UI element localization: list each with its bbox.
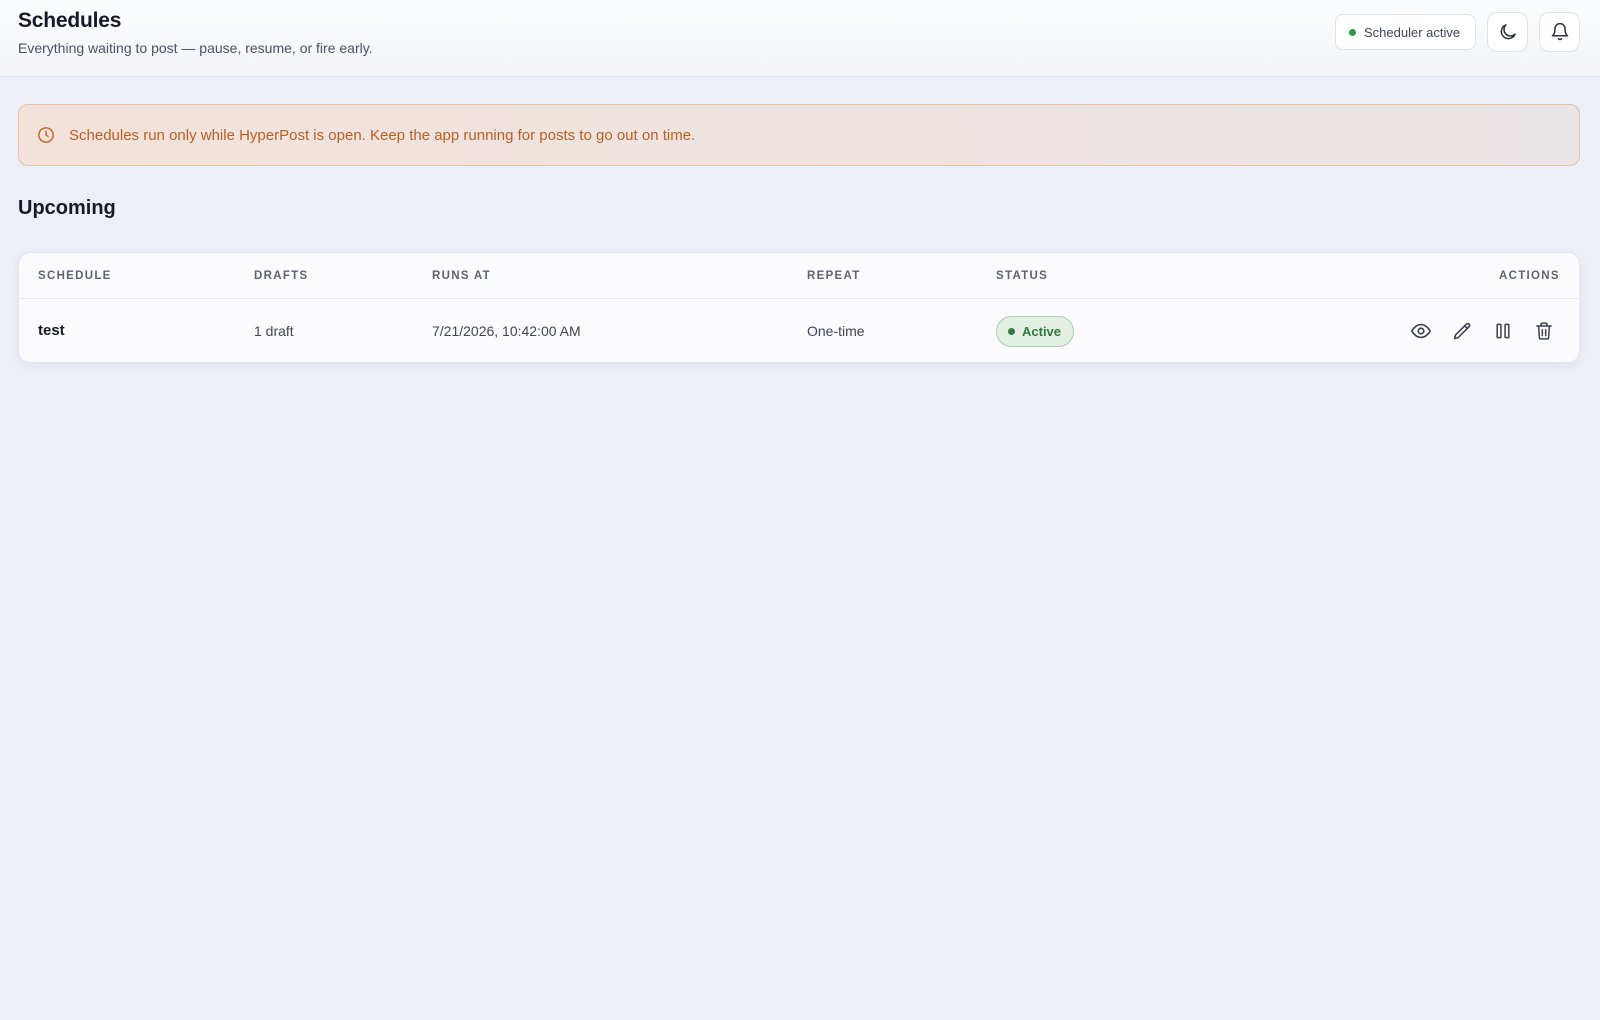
moon-icon [1498,22,1518,42]
column-header-actions: ACTIONS [1499,270,1560,282]
scheduler-status-pill: Scheduler active [1335,14,1476,50]
table-header: SCHEDULE DRAFTS RUNS AT REPEAT STATUS AC… [19,253,1579,299]
edit-button[interactable] [1449,318,1475,344]
scheduler-status-label: Scheduler active [1364,24,1461,40]
column-header-schedule: SCHEDULE [38,270,112,282]
section-title: Upcoming [18,197,116,219]
view-button[interactable] [1408,318,1434,344]
pencil-icon [1452,321,1473,342]
page-subtitle: Everything waiting to post — pause, resu… [18,40,373,56]
pause-icon [1493,321,1513,341]
table-row[interactable]: test 1 draft 7/21/2026, 10:42:00 AM One-… [19,299,1579,362]
app-header: Schedules Everything waiting to post — p… [0,0,1600,77]
page-title: Schedules [18,9,122,32]
column-header-repeat: REPEAT [807,270,861,282]
status-badge-label: Active [1022,324,1062,339]
column-header-drafts: DRAFTS [254,270,309,282]
theme-toggle-button[interactable] [1487,12,1528,52]
schedule-name: test [38,322,65,339]
pause-button[interactable] [1490,318,1516,344]
status-badge: Active [996,316,1074,347]
status-dot [1349,28,1356,36]
eye-icon [1410,320,1432,342]
column-header-status: STATUS [996,270,1049,282]
clock-icon [37,126,55,144]
info-banner: Schedules run only while HyperPost is op… [18,104,1580,166]
schedules-table: SCHEDULE DRAFTS RUNS AT REPEAT STATUS AC… [18,252,1580,363]
bell-icon [1550,22,1570,42]
status-badge-dot [1008,328,1015,335]
repeat-value: One-time [807,323,865,339]
drafts-count: 1 draft [254,323,294,339]
notifications-button[interactable] [1539,12,1580,52]
column-header-runs-at: RUNS AT [432,270,491,282]
delete-button[interactable] [1531,318,1557,344]
trash-icon [1534,321,1554,341]
banner-text: Schedules run only while HyperPost is op… [69,126,696,144]
runs-at-time: 7/21/2026, 10:42:00 AM [432,323,581,339]
